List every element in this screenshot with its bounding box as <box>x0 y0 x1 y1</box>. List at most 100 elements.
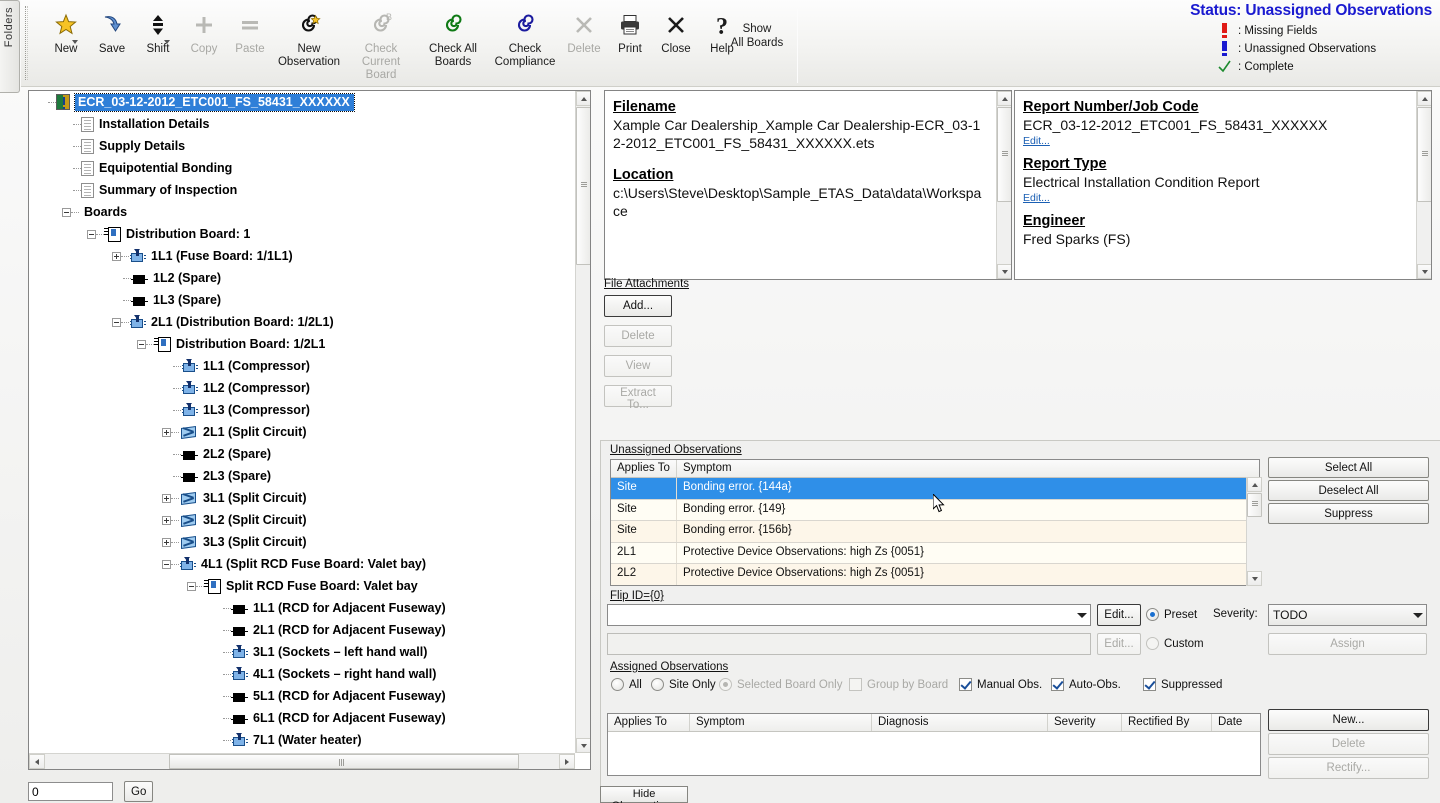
filter-suppressed[interactable]: Suppressed <box>1143 678 1222 691</box>
preset-edit-button[interactable]: Edit... <box>1097 604 1141 626</box>
tree-item[interactable]: 3L1 (Split Circuit) <box>29 487 577 509</box>
checkbox[interactable] <box>959 678 972 691</box>
chevron-down-icon[interactable] <box>1073 605 1090 625</box>
tree-item[interactable]: Boards <box>29 201 577 223</box>
filter-auto-obs[interactable]: Auto-Obs. <box>1051 678 1121 691</box>
expand-icon[interactable] <box>162 427 171 437</box>
scroll-down-arrow-icon[interactable] <box>576 738 590 753</box>
goto-input[interactable] <box>28 782 113 801</box>
scroll-down-arrow-icon[interactable] <box>1247 571 1262 586</box>
scroll-up-arrow-icon[interactable] <box>1417 91 1431 106</box>
tree-item[interactable]: 1L2 (Compressor) <box>29 377 577 399</box>
custom-radio-group[interactable]: Custom <box>1146 637 1204 650</box>
toolbar-button-save[interactable]: Save <box>89 2 135 56</box>
suppress-button[interactable]: Suppress <box>1268 503 1429 524</box>
tree-item[interactable]: Equipotential Bonding <box>29 157 577 179</box>
preset-diagnosis-combo[interactable] <box>607 604 1091 626</box>
scroll-up-arrow-icon[interactable] <box>576 91 590 106</box>
tree-item[interactable]: 1L1 (Compressor) <box>29 355 577 377</box>
unassigned-observations-table[interactable]: Applies To Symptom Site Bonding error. {1… <box>610 459 1260 586</box>
checkbox[interactable] <box>1051 678 1064 691</box>
tree-item[interactable]: 1L3 (Spare) <box>29 289 577 311</box>
scroll-left-arrow-icon[interactable] <box>29 754 45 769</box>
toolbar-grip[interactable] <box>25 6 28 80</box>
collapse-icon[interactable] <box>112 317 121 327</box>
column-header-applies-to[interactable]: Applies To <box>611 460 677 477</box>
tree-item[interactable]: 4L1 (Sockets – right hand wall) <box>29 663 577 685</box>
expand-icon[interactable] <box>162 537 171 547</box>
tree-item[interactable]: 4L1 (Split RCD Fuse Board: Valet bay) <box>29 553 577 575</box>
toolbar-button-print[interactable]: Print <box>607 2 653 56</box>
tree-item[interactable]: 5L1 (RCD for Adjacent Fuseway) <box>29 685 577 707</box>
tree-horizontal-scrollbar[interactable] <box>29 753 575 769</box>
table-row[interactable]: Site Bonding error. {156b} <box>611 521 1259 543</box>
tree-item[interactable]: 1L2 (Spare) <box>29 267 577 289</box>
toolbar-button-check-all-boards[interactable]: Check All Boards <box>417 2 489 69</box>
tree-item[interactable]: ECR_03-12-2012_ETC001_FS_58431_XXXXXX <box>29 91 577 113</box>
toolbar-button-new[interactable]: New <box>43 2 89 56</box>
scroll-up-arrow-icon[interactable] <box>997 91 1011 106</box>
chevron-down-icon[interactable] <box>72 40 78 44</box>
select-all-button[interactable]: Select All <box>1268 457 1429 478</box>
tree-item[interactable]: 2L1 (Distribution Board: 1/2L1) <box>29 311 577 333</box>
collapse-icon[interactable] <box>62 207 71 217</box>
file-info-scrollbar[interactable] <box>996 91 1011 279</box>
tree-item[interactable]: 1L1 (RCD for Adjacent Fuseway) <box>29 597 577 619</box>
tree-item[interactable]: 3L3 (Split Circuit) <box>29 531 577 553</box>
table-row[interactable]: 2L2 Protective Device Observations: high … <box>611 564 1259 585</box>
tree-item[interactable]: 2L1 (Split Circuit) <box>29 421 577 443</box>
severity-select[interactable]: TODO <box>1268 604 1427 626</box>
hide-observations-button[interactable]: Hide Observations <box>600 786 688 803</box>
tree-vertical-scrollbar[interactable] <box>575 91 590 753</box>
filter-manual-obs[interactable]: Manual Obs. <box>959 678 1042 691</box>
tree-item[interactable]: 7L1 (Water heater) <box>29 729 577 751</box>
column-header-severity[interactable]: Severity <box>1048 714 1122 731</box>
tree-item[interactable]: 2L3 (Spare) <box>29 465 577 487</box>
scroll-down-arrow-icon[interactable] <box>1417 264 1431 279</box>
report-info-scroll-thumb[interactable] <box>1417 107 1431 202</box>
column-header-symptom[interactable]: Symptom <box>677 460 1259 477</box>
collapse-icon[interactable] <box>162 559 171 569</box>
column-header-diagnosis[interactable]: Diagnosis <box>872 714 1048 731</box>
custom-radio[interactable] <box>1146 637 1159 650</box>
tree-scroll-thumb[interactable] <box>576 107 590 265</box>
tree-item[interactable]: 2L2 (Spare) <box>29 443 577 465</box>
tree-item[interactable]: 1L3 (Compressor) <box>29 399 577 421</box>
tree-item[interactable]: Split RCD Fuse Board: Valet bay <box>29 575 577 597</box>
tree-item[interactable]: 3L2 (Split Circuit) <box>29 509 577 531</box>
report-type-edit-link[interactable]: Edit... <box>1023 192 1421 204</box>
collapse-icon[interactable] <box>187 581 196 591</box>
project-tree-panel[interactable]: ECR_03-12-2012_ETC001_FS_58431_XXXXXX Ins… <box>28 90 591 770</box>
tree-item[interactable]: 3L1 (Sockets – left hand wall) <box>29 641 577 663</box>
assigned-observations-table[interactable]: Applies To Symptom Diagnosis Severity Re… <box>607 713 1261 776</box>
column-header-applies-to[interactable]: Applies To <box>608 714 690 731</box>
collapse-icon[interactable] <box>87 229 96 239</box>
column-header-rectified-by[interactable]: Rectified By <box>1122 714 1212 731</box>
project-tree[interactable]: ECR_03-12-2012_ETC001_FS_58431_XXXXXX Ins… <box>29 91 577 751</box>
table-row[interactable]: 2L1 Protective Device Observations: high … <box>611 542 1259 564</box>
show-all-boards-button[interactable]: Show All Boards <box>721 0 793 50</box>
column-header-symptom[interactable]: Symptom <box>690 714 872 731</box>
preset-radio-group[interactable]: Preset <box>1146 608 1197 621</box>
goto-button[interactable]: Go <box>124 781 153 802</box>
collapse-icon[interactable] <box>137 339 146 349</box>
filter-all[interactable]: All <box>611 678 642 691</box>
scroll-right-arrow-icon[interactable] <box>559 754 575 769</box>
unassigned-table-scrollbar[interactable] <box>1246 477 1262 586</box>
tree-item[interactable]: Installation Details <box>29 113 577 135</box>
report-info-scrollbar[interactable] <box>1416 91 1431 279</box>
column-header-date[interactable]: Date <box>1212 714 1260 731</box>
toolbar-button-close[interactable]: Close <box>653 2 699 56</box>
tree-item[interactable]: 1L1 (Fuse Board: 1/1L1) <box>29 245 577 267</box>
preset-radio[interactable] <box>1146 608 1159 621</box>
tree-item[interactable]: 2L1 (RCD for Adjacent Fuseway) <box>29 619 577 641</box>
new-button[interactable]: New... <box>1268 709 1429 731</box>
filter-site-only[interactable]: Site Only <box>651 678 716 691</box>
tree-item[interactable]: Distribution Board: 1 <box>29 223 577 245</box>
toolbar-button-shift[interactable]: Shift <box>135 2 181 56</box>
radio-button[interactable] <box>651 678 664 691</box>
toolbar-button-check-compliance[interactable]: Check Compliance <box>489 2 561 69</box>
tree-item[interactable]: Summary of Inspection <box>29 179 577 201</box>
expand-icon[interactable] <box>112 251 121 261</box>
expand-icon[interactable] <box>162 493 171 503</box>
